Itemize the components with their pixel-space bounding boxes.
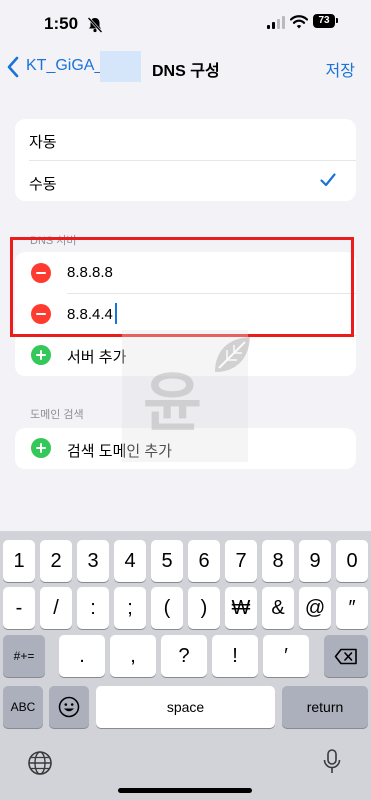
search-domains-header: 도메인 검색 (30, 409, 84, 421)
add-server-button[interactable]: 서버 추가 (67, 346, 126, 367)
divider (29, 160, 356, 161)
key[interactable]: ! (212, 635, 258, 677)
key[interactable]: ( (151, 587, 183, 629)
keyboard: 1 2 3 4 5 6 7 8 9 0 - / : ; ( ) ₩ & @ ″ … (0, 531, 371, 800)
save-button[interactable]: 저장 (326, 57, 355, 81)
key[interactable]: . (59, 635, 105, 677)
key[interactable]: 7 (225, 540, 257, 582)
status-time: 1:50 (44, 14, 79, 33)
microphone-icon[interactable] (322, 748, 342, 776)
abc-key[interactable]: ABC (3, 686, 43, 728)
emoji-key[interactable] (49, 686, 89, 728)
key[interactable]: ) (188, 587, 220, 629)
highlight-box (10, 237, 354, 337)
back-button[interactable]: KT_GiGA_( (26, 57, 109, 75)
delete-key-icon (334, 648, 357, 664)
key[interactable]: 2 (40, 540, 72, 582)
key[interactable]: & (262, 587, 294, 629)
key[interactable]: @ (299, 587, 331, 629)
page-title: DNS 구성 (152, 63, 220, 80)
return-key[interactable]: return (282, 686, 368, 728)
key[interactable]: 8 (262, 540, 294, 582)
option-manual[interactable]: 수동 (29, 173, 57, 194)
key[interactable]: - (3, 587, 35, 629)
key[interactable]: , (110, 635, 156, 677)
key[interactable]: 4 (114, 540, 146, 582)
plus-circle-icon[interactable] (31, 345, 51, 365)
redaction-block (100, 51, 141, 82)
watermark-text: 윤 (143, 367, 202, 439)
key[interactable]: 0 (336, 540, 368, 582)
key[interactable]: ′ (263, 635, 309, 677)
config-options-card: 자동 수동 (15, 119, 356, 201)
option-automatic[interactable]: 자동 (29, 131, 57, 152)
key[interactable]: 1 (3, 540, 35, 582)
key[interactable]: / (40, 587, 72, 629)
key[interactable]: ₩ (225, 587, 257, 629)
key[interactable]: ? (161, 635, 207, 677)
plus-circle-icon[interactable] (31, 438, 51, 458)
battery-cap (336, 18, 338, 23)
emoji-icon (58, 696, 80, 718)
wifi-icon (290, 15, 308, 29)
signal-icon (267, 16, 285, 29)
bell-slash-icon (87, 17, 103, 33)
checkmark-icon (320, 173, 336, 187)
chevron-left-icon[interactable] (6, 56, 20, 78)
space-key[interactable]: space (96, 686, 275, 728)
key[interactable]: 6 (188, 540, 220, 582)
symbols-key[interactable]: #+= (3, 635, 45, 677)
key[interactable]: 5 (151, 540, 183, 582)
key[interactable]: : (77, 587, 109, 629)
home-indicator (118, 788, 252, 793)
globe-icon[interactable] (27, 750, 53, 776)
key[interactable]: ″ (336, 587, 368, 629)
battery-icon: 73 (313, 14, 335, 28)
delete-key[interactable] (324, 635, 368, 677)
leaf-icon (215, 337, 250, 372)
key[interactable]: 9 (299, 540, 331, 582)
key[interactable]: ; (114, 587, 146, 629)
key[interactable]: 3 (77, 540, 109, 582)
